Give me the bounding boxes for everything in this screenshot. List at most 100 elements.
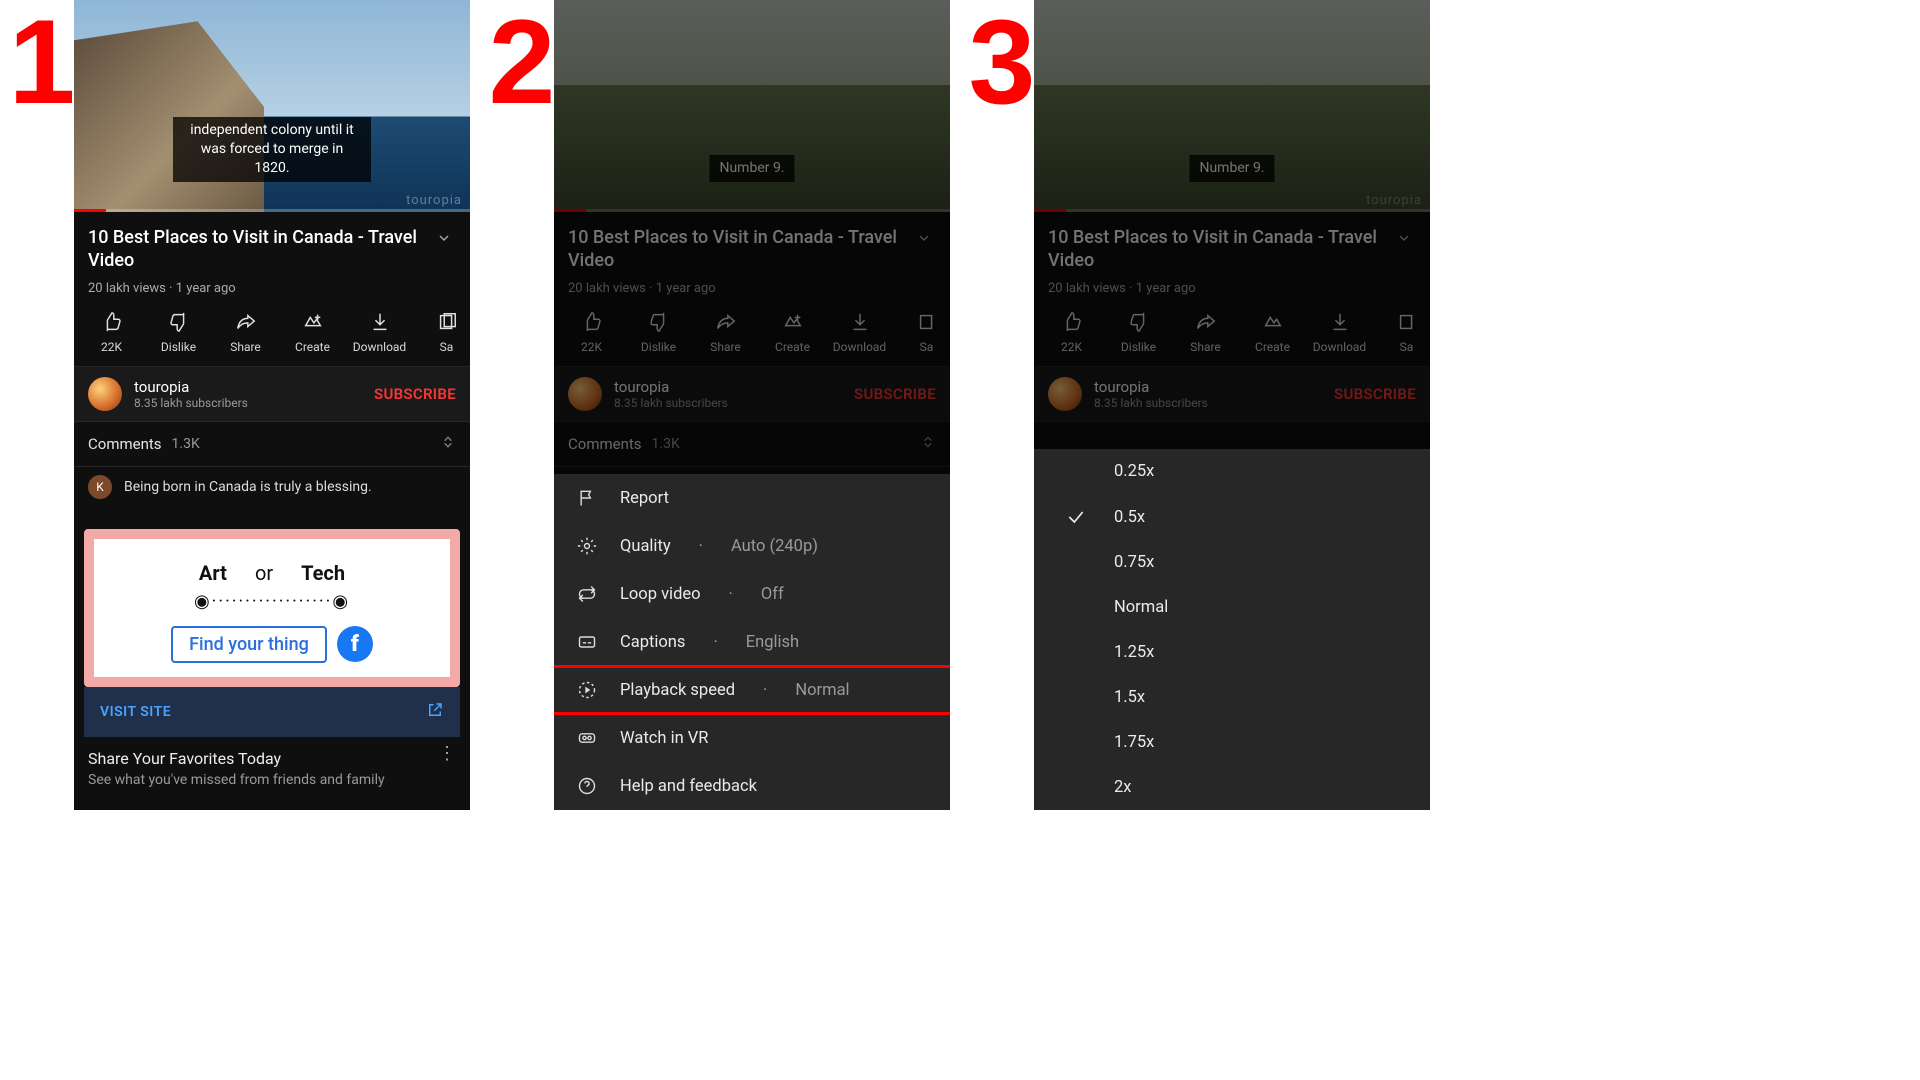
create-icon <box>302 311 324 333</box>
video-meta: 20 lakh views · 1 year ago <box>74 275 470 310</box>
expand-description-button <box>912 226 936 250</box>
menu-item-loop[interactable]: Loop video · Off <box>554 570 950 618</box>
speed-label: Normal <box>1114 598 1168 617</box>
speed-option-2x[interactable]: 2x <box>1034 765 1430 810</box>
vr-icon <box>577 728 597 748</box>
video-title[interactable]: 10 Best Places to Visit in Canada - Trav… <box>88 226 422 273</box>
sort-comments-icon[interactable] <box>440 434 456 454</box>
create-button[interactable]: Create <box>279 310 346 354</box>
dislike-label: Dislike <box>161 340 196 354</box>
speed-option-0-75x[interactable]: 0.75x <box>1034 540 1430 585</box>
speed-label: 1.25x <box>1114 643 1154 662</box>
playback-speed-icon <box>577 680 597 700</box>
share-button[interactable]: Share <box>212 310 279 354</box>
ad-card[interactable]: Art or Tech ◉··················◉ Find yo… <box>84 529 460 737</box>
download-icon <box>369 311 391 333</box>
speed-label: 0.75x <box>1114 553 1154 572</box>
step-number-3: 3 <box>960 0 1034 116</box>
speed-option-0-5x[interactable]: 0.5x <box>1034 494 1430 540</box>
ad-dots-graphic: ◉··················◉ <box>194 591 350 612</box>
menu-item-report[interactable]: Report <box>554 474 950 522</box>
like-count: 22K <box>101 340 122 354</box>
like-button[interactable]: 22K <box>78 310 145 354</box>
save-button[interactable]: Sa <box>413 310 470 354</box>
channel-row[interactable]: touropia 8.35 lakh subscribers SUBSCRIBE <box>74 366 470 422</box>
open-external-icon <box>426 701 444 723</box>
gear-icon <box>577 536 597 556</box>
chevron-down-icon <box>436 230 452 246</box>
flag-icon <box>577 488 597 508</box>
phone-screenshot-3: Number 9. touropia 10 Best Places to Vis… <box>1034 0 1430 810</box>
menu-value: Off <box>761 585 784 604</box>
check-icon <box>1064 507 1088 527</box>
menu-item-captions[interactable]: Captions · English <box>554 618 950 666</box>
menu-item-quality[interactable]: Quality · Auto (240p) <box>554 522 950 570</box>
speed-label: 1.75x <box>1114 733 1154 752</box>
commenter-avatar: K <box>88 475 112 499</box>
video-meta: 20 lakh views · 1 year ago <box>554 275 950 310</box>
share-label: Share <box>230 340 261 354</box>
comments-count: 1.3K <box>172 436 200 452</box>
menu-item-help[interactable]: Help and feedback <box>554 762 950 810</box>
menu-item-watch-in-vr[interactable]: Watch in VR <box>554 714 950 762</box>
video-player[interactable]: independent colony until it was forced t… <box>74 0 470 212</box>
highlight-top-border <box>554 665 950 668</box>
thumbs-up-icon <box>101 311 123 333</box>
menu-label: Watch in VR <box>620 729 708 748</box>
menu-label: Report <box>620 489 669 508</box>
speed-option-1-25x[interactable]: 1.25x <box>1034 630 1430 675</box>
speed-option-normal[interactable]: Normal <box>1034 585 1430 630</box>
subscribe-button[interactable]: SUBSCRIBE <box>374 385 456 403</box>
action-bar: 22K Dislike Share Create Download Sa <box>74 310 470 366</box>
channel-name[interactable]: touropia <box>134 378 374 396</box>
menu-value: Auto (240p) <box>731 537 818 556</box>
menu-label: Loop video <box>620 585 701 604</box>
share-icon <box>235 311 257 333</box>
save-icon <box>436 311 458 333</box>
speed-label: 2x <box>1114 778 1131 797</box>
expand-description-button[interactable] <box>432 226 456 250</box>
ad-visit-bar[interactable]: VISIT SITE <box>84 687 460 737</box>
closed-caption: Number 9. <box>1189 155 1274 182</box>
menu-item-playback-speed[interactable]: Playback speed · Normal <box>554 666 950 714</box>
speed-label: 0.25x <box>1114 462 1154 481</box>
comment-text: Being born in Canada is truly a blessing… <box>124 479 372 495</box>
speed-option-1-5x[interactable]: 1.5x <box>1034 675 1430 720</box>
ad-headline-row: Art or Tech <box>199 561 345 585</box>
help-icon <box>577 776 597 796</box>
loop-icon <box>577 584 597 604</box>
ad-cta-button[interactable]: Find your thing <box>171 626 327 663</box>
subscriber-count: 8.35 lakh subscribers <box>134 396 374 410</box>
menu-value: English <box>746 633 799 652</box>
download-button[interactable]: Download <box>346 310 413 354</box>
dislike-button[interactable]: Dislike <box>145 310 212 354</box>
video-player: Number 9. <box>554 0 950 212</box>
speed-option-1-75x[interactable]: 1.75x <box>1034 720 1430 765</box>
thumbs-down-icon <box>168 311 190 333</box>
comments-label: Comments <box>88 435 162 453</box>
menu-label: Playback speed <box>620 681 735 700</box>
speed-option-0-25x[interactable]: 0.25x <box>1034 449 1430 494</box>
highlight-bottom-border <box>554 712 950 715</box>
video-title: 10 Best Places to Visit in Canada - Trav… <box>568 226 902 273</box>
closed-caption: Number 9. <box>709 155 794 182</box>
player-options-sheet: Report Quality · Auto (240p) Loop video … <box>554 474 950 810</box>
comments-header[interactable]: Comments 1.3K <box>74 422 470 467</box>
ad-secondary-headline: Share Your Favorites Today <box>88 749 430 768</box>
phone-screenshot-1: independent colony until it was forced t… <box>74 0 470 810</box>
speed-label: 0.5x <box>1114 508 1145 527</box>
channel-avatar[interactable] <box>88 377 122 411</box>
phone-screenshot-2: Number 9. 10 Best Places to Visit in Can… <box>554 0 950 810</box>
playback-speed-sheet: 0.25x 0.5x 0.75x Normal 1.25x 1.5x 1.75x… <box>1034 449 1430 810</box>
facebook-logo-icon: f <box>337 626 373 662</box>
top-comment[interactable]: K Being born in Canada is truly a blessi… <box>74 467 470 517</box>
channel-watermark: touropia <box>406 193 462 208</box>
menu-label: Help and feedback <box>620 777 757 796</box>
speed-label: 1.5x <box>1114 688 1145 707</box>
menu-label: Quality <box>620 537 671 556</box>
captions-icon <box>577 632 597 652</box>
ad-more-menu[interactable]: ⋮ <box>438 749 456 768</box>
menu-value: Normal <box>795 681 849 700</box>
create-label: Create <box>295 340 330 354</box>
video-progress-bar[interactable] <box>74 209 470 212</box>
